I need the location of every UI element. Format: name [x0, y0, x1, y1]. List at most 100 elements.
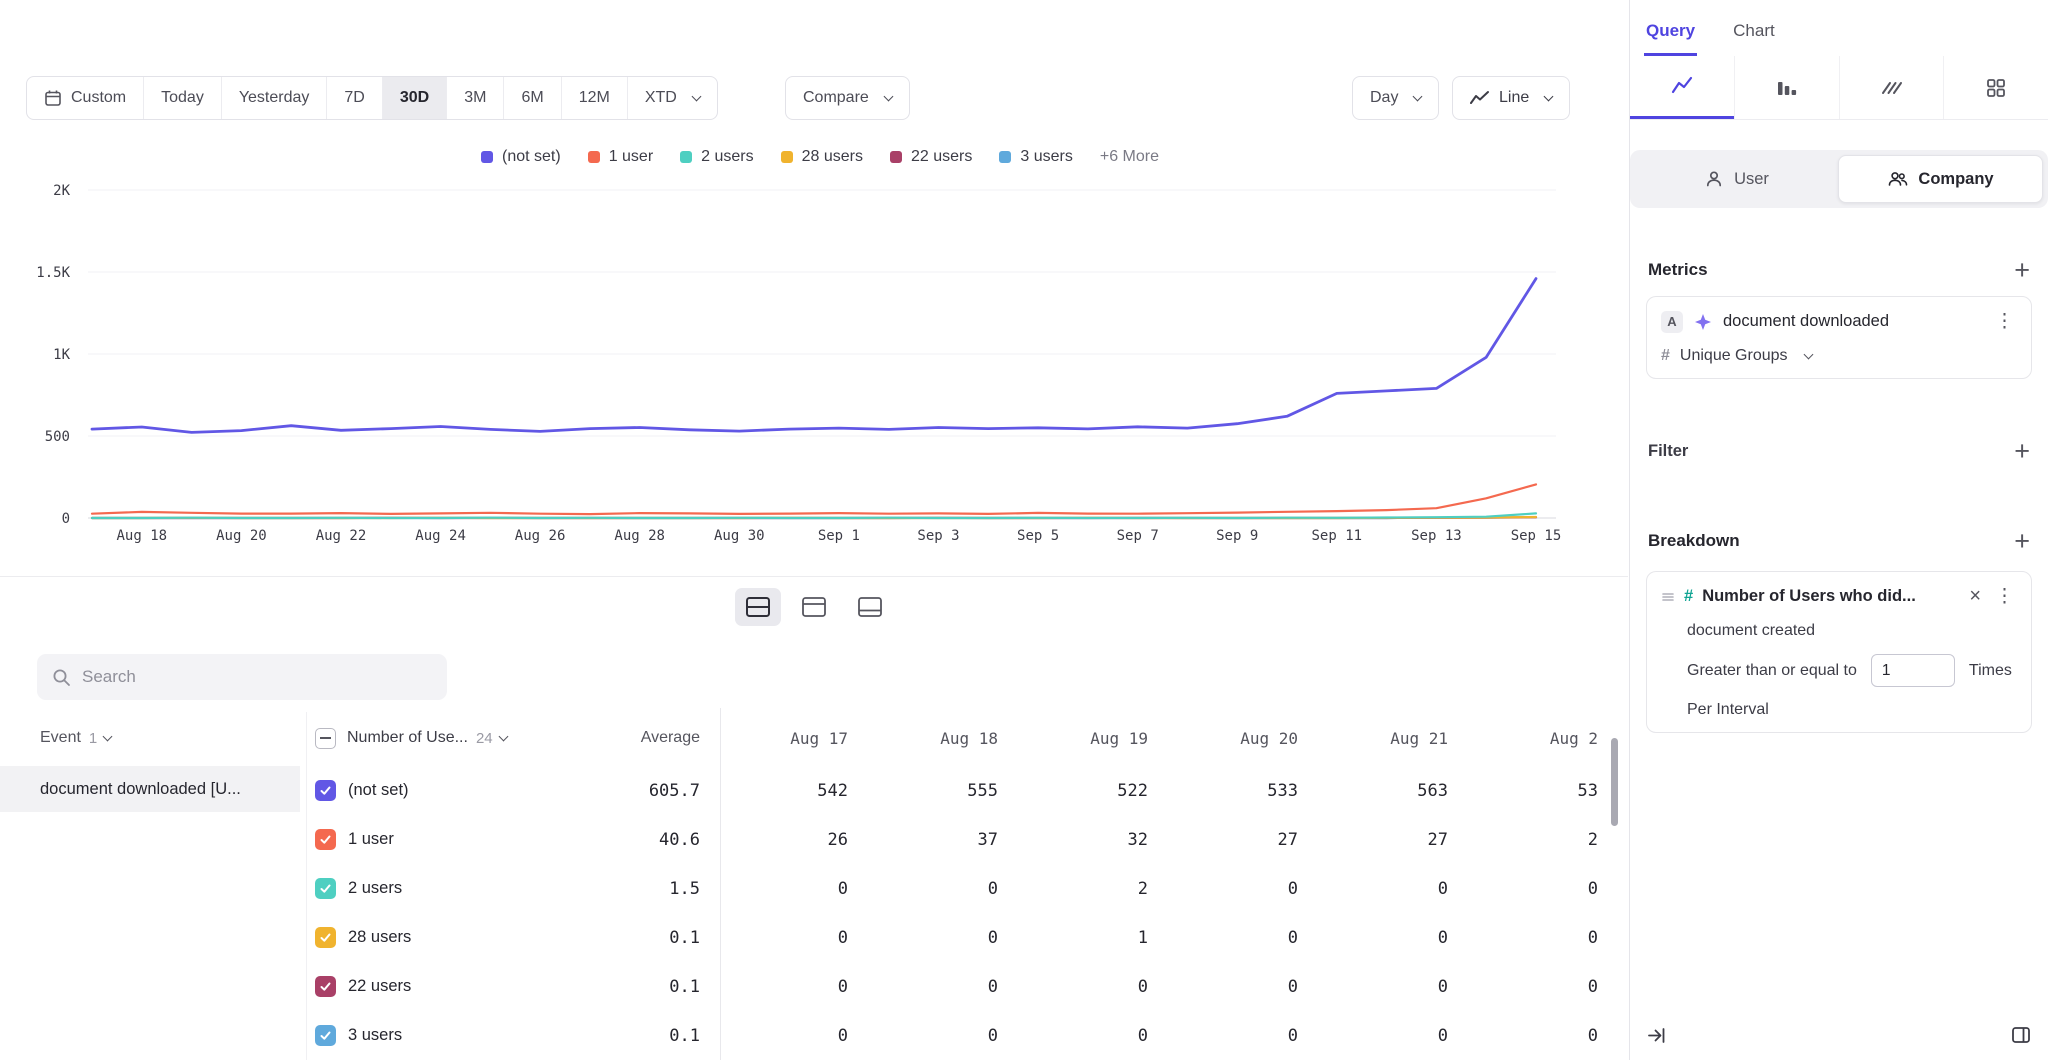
day-value: 522	[1020, 781, 1170, 801]
date-range-3m[interactable]: 3M	[446, 77, 503, 119]
svg-text:0: 0	[62, 511, 70, 527]
day-value: 0	[1020, 977, 1170, 997]
day-value: 0	[870, 1026, 1020, 1046]
row-label: 3 users	[348, 1026, 402, 1045]
add-metric-button[interactable]: +	[2014, 260, 2030, 280]
row-checkbox[interactable]	[315, 829, 336, 850]
date-range-6m[interactable]: 6M	[503, 77, 560, 119]
metric-card[interactable]: A document downloaded ⋮ # Unique Groups	[1646, 296, 2032, 379]
add-filter-button[interactable]: +	[2014, 441, 2030, 461]
chart-type-funnel[interactable]	[1734, 56, 1839, 119]
chart-type-pathfinder[interactable]	[1839, 56, 1944, 119]
results-table: Number of Use... 24 Average Aug 17Aug 18…	[300, 710, 1628, 1060]
breakdown-property-name[interactable]: Number of Users who did...	[1702, 587, 1958, 606]
day-value: 0	[870, 928, 1020, 948]
chevron-down-icon	[103, 731, 113, 741]
date-range-custom[interactable]: Custom	[27, 77, 143, 119]
legend-item[interactable]: 28 users	[781, 148, 863, 166]
line-chart: 05001K1.5K2KAug 18Aug 20Aug 22Aug 24Aug …	[0, 176, 1628, 552]
condition-value-input[interactable]	[1871, 654, 1955, 687]
day-value: 0	[720, 879, 870, 899]
filter-title: Filter	[1648, 442, 1688, 461]
chart-type-dropdown[interactable]: Line	[1452, 76, 1570, 120]
date-range-today[interactable]: Today	[143, 77, 221, 119]
drag-handle-icon[interactable]	[1661, 590, 1675, 604]
compare-label: Compare	[803, 89, 869, 107]
layout-split-button[interactable]	[735, 588, 781, 626]
day-value: 27	[1170, 830, 1320, 850]
date-range-7d[interactable]: 7D	[326, 77, 381, 119]
search-box	[37, 654, 447, 700]
breakdown-event-name[interactable]: document created	[1661, 622, 2017, 640]
date-range-12m[interactable]: 12M	[561, 77, 627, 119]
date-range-yesterday[interactable]: Yesterday	[221, 77, 327, 119]
scrollbar-thumb[interactable]	[1611, 738, 1618, 826]
times-label: Times	[1969, 662, 2012, 680]
tab-chart[interactable]: Chart	[1731, 21, 1777, 56]
legend-label: 1 user	[609, 148, 653, 166]
measure-dropdown[interactable]: # Unique Groups	[1661, 347, 2017, 365]
date-range-group: CustomTodayYesterday7D30D3M6M12MXTD	[26, 76, 718, 120]
scope-company[interactable]: Company	[1838, 155, 2043, 203]
interval-dropdown[interactable]: Day	[1352, 76, 1439, 120]
day-value: 555	[870, 781, 1020, 801]
row-checkbox[interactable]	[315, 927, 336, 948]
legend-swatch	[890, 151, 902, 163]
date-range-30d[interactable]: 30D	[382, 77, 446, 119]
day-value: 542	[720, 781, 870, 801]
svg-text:Aug 26: Aug 26	[515, 528, 566, 544]
side-panel-icon[interactable]	[2010, 1024, 2032, 1046]
layout-table-button[interactable]	[847, 588, 893, 626]
tab-query[interactable]: Query	[1644, 21, 1697, 56]
breakdown-title: Breakdown	[1648, 531, 1740, 551]
day-value: 0	[1470, 1026, 1620, 1046]
scope-user-label: User	[1734, 170, 1769, 189]
compare-button[interactable]: Compare	[785, 76, 910, 120]
legend-item[interactable]: 2 users	[680, 148, 753, 166]
legend-more[interactable]: +6 More	[1100, 148, 1159, 166]
condition-label[interactable]: Greater than or equal to	[1687, 662, 1857, 680]
metric-menu-button[interactable]: ⋮	[1992, 310, 2017, 333]
svg-text:500: 500	[45, 429, 70, 445]
scope-user[interactable]: User	[1635, 155, 1838, 203]
row-checkbox[interactable]	[315, 780, 336, 801]
svg-text:Aug 30: Aug 30	[714, 528, 765, 544]
legend-label: 28 users	[802, 148, 863, 166]
hash-icon: #	[1661, 347, 1670, 365]
add-breakdown-button[interactable]: +	[2014, 531, 2030, 551]
collapse-panel-icon[interactable]	[1646, 1025, 1667, 1046]
chevron-down-icon	[883, 91, 893, 101]
legend-item[interactable]: (not set)	[481, 148, 561, 166]
series-header-label[interactable]: Number of Use...	[347, 729, 468, 747]
legend-item[interactable]: 22 users	[890, 148, 972, 166]
row-checkbox[interactable]	[315, 1025, 336, 1046]
breakdown-menu-button[interactable]: ⋮	[1992, 585, 2017, 608]
search-input[interactable]	[82, 667, 432, 687]
section-divider	[0, 576, 1628, 577]
grid-icon	[1984, 77, 2008, 99]
layout-chart-button[interactable]	[791, 588, 837, 626]
svg-text:Sep 5: Sep 5	[1017, 528, 1059, 544]
table-header-row: Number of Use... 24 Average Aug 17Aug 18…	[300, 710, 1620, 766]
average-value: 0.1	[600, 928, 720, 948]
legend-item[interactable]: 1 user	[588, 148, 653, 166]
day-value: 26	[720, 830, 870, 850]
indeterminate-mark	[320, 737, 331, 739]
svg-text:2K: 2K	[53, 183, 70, 199]
chart-type-more[interactable]	[1943, 56, 2048, 119]
search-icon	[52, 668, 71, 687]
average-column-header: Average	[600, 729, 720, 747]
row-checkbox[interactable]	[315, 878, 336, 899]
day-column-header: Aug 18	[870, 729, 1020, 748]
event-row[interactable]: document downloaded [U...	[0, 766, 300, 812]
legend-swatch	[999, 151, 1011, 163]
per-interval-label[interactable]: Per Interval	[1661, 701, 2017, 719]
company-icon	[1887, 169, 1908, 189]
legend-item[interactable]: 3 users	[999, 148, 1072, 166]
date-range-xtd[interactable]: XTD	[627, 77, 717, 119]
select-all-checkbox[interactable]	[315, 728, 336, 749]
remove-breakdown-button[interactable]: ×	[1967, 585, 1983, 608]
event-column-header[interactable]: Event 1	[0, 710, 300, 766]
chart-type-segmentation[interactable]	[1630, 56, 1734, 119]
row-checkbox[interactable]	[315, 976, 336, 997]
